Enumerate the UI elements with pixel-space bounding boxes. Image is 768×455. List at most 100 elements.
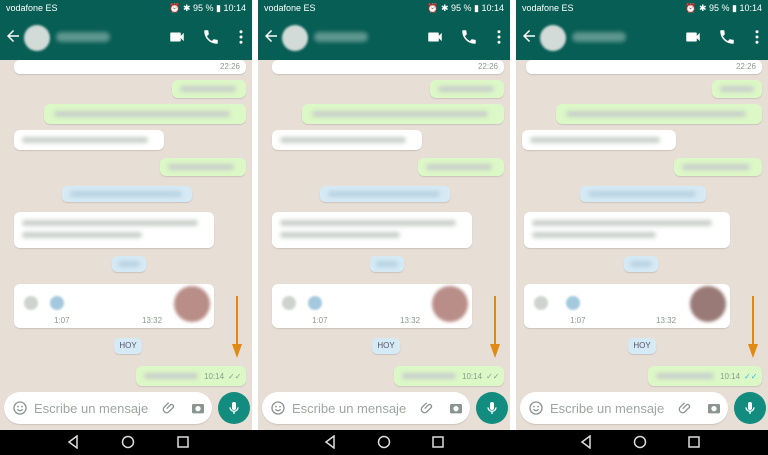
media-time: 13:32	[656, 316, 677, 325]
incoming-message[interactable]	[272, 130, 422, 150]
incoming-message[interactable]: 22:26	[272, 60, 504, 74]
camera-icon[interactable]	[448, 400, 464, 416]
recents-square-icon[interactable]	[176, 435, 190, 449]
message-composer[interactable]: Escribe un mensaje	[4, 392, 212, 424]
back-triangle-icon[interactable]	[66, 435, 80, 449]
home-circle-icon[interactable]	[121, 435, 135, 449]
outgoing-message[interactable]	[302, 104, 504, 124]
mic-button[interactable]	[476, 392, 508, 424]
phone-call-icon[interactable]	[718, 28, 736, 46]
video-call-icon[interactable]	[168, 28, 186, 46]
video-call-icon[interactable]	[684, 28, 702, 46]
message-composer[interactable]: Escribe un mensaje	[262, 392, 470, 424]
read-receipt-ticks-blue: ✓✓	[744, 372, 758, 381]
attach-icon[interactable]	[678, 400, 694, 416]
mic-button[interactable]	[734, 392, 766, 424]
mic-button[interactable]	[218, 392, 250, 424]
emoji-icon[interactable]	[12, 400, 28, 416]
back-arrow-icon[interactable]	[4, 27, 22, 45]
incoming-message[interactable]	[14, 130, 164, 150]
back-triangle-icon[interactable]	[579, 435, 593, 449]
contact-name-blurred[interactable]	[56, 32, 110, 42]
message-list: 22:26 1:07 13:32 HOY 10:14 ✓✓	[258, 60, 510, 390]
date-chip: HOY	[114, 338, 142, 354]
media-message[interactable]: 1:07 13:32	[14, 284, 214, 328]
contact-name-blurred[interactable]	[572, 32, 626, 42]
clock-label: 10:14	[223, 3, 246, 13]
outgoing-message[interactable]	[44, 104, 246, 124]
media-thumbnail[interactable]	[432, 286, 468, 322]
clock-label: 10:14	[739, 3, 762, 13]
outgoing-message[interactable]	[556, 104, 762, 124]
more-options-icon[interactable]	[490, 28, 508, 46]
media-time: 13:32	[400, 316, 421, 325]
message-time: 10:14	[462, 372, 483, 381]
video-call-icon[interactable]	[426, 28, 444, 46]
attach-icon[interactable]	[162, 400, 178, 416]
outgoing-message[interactable]	[172, 80, 246, 98]
more-options-icon[interactable]	[748, 28, 766, 46]
outgoing-message[interactable]	[712, 80, 762, 98]
media-thumbnail[interactable]	[690, 286, 726, 322]
message-time: 22:26	[735, 62, 756, 71]
media-message[interactable]: 1:07 13:32	[524, 284, 730, 328]
incoming-message[interactable]	[272, 212, 472, 248]
play-icon[interactable]	[308, 296, 322, 310]
more-options-icon[interactable]	[232, 28, 250, 46]
message-time: 10:14	[204, 372, 225, 381]
read-receipt-ticks-grey: ✓✓	[228, 372, 242, 381]
play-icon[interactable]	[50, 296, 64, 310]
message-input[interactable]: Escribe un mensaje	[550, 401, 664, 416]
status-bar: vodafone ES ⏰ ✱ 95 % ▮ 10:14	[258, 0, 510, 16]
message-list: 22:26 1:07 13:32 HOY 10:14 ✓✓	[0, 60, 252, 390]
status-right: ⏰ ✱ 95 % ▮ 10:14	[169, 3, 246, 13]
message-input[interactable]: Escribe un mensaje	[292, 401, 406, 416]
message-composer[interactable]: Escribe un mensaje	[520, 392, 728, 424]
play-icon[interactable]	[566, 296, 580, 310]
back-triangle-icon[interactable]	[323, 435, 337, 449]
outgoing-message[interactable]: 10:14 ✓✓	[648, 366, 762, 386]
status-bar: vodafone ES ⏰ ✱ 95 % ▮ 10:14	[516, 0, 768, 16]
android-nav-bar	[0, 430, 768, 455]
outgoing-message[interactable]	[674, 158, 762, 176]
recents-square-icon[interactable]	[687, 435, 701, 449]
chat-panel-1: vodafone ES ⏰ ✱ 95 % ▮ 10:14 22:26 1:07 …	[0, 0, 252, 430]
emoji-icon[interactable]	[270, 400, 286, 416]
chat-panel-2: vodafone ES ⏰ ✱ 95 % ▮ 10:14 22:26 1:07 …	[258, 0, 510, 430]
incoming-message[interactable]	[524, 212, 730, 248]
camera-icon[interactable]	[706, 400, 722, 416]
phone-call-icon[interactable]	[202, 28, 220, 46]
outgoing-message[interactable]: 10:14 ✓✓	[136, 366, 246, 386]
incoming-message[interactable]: 22:26	[526, 60, 762, 74]
message-time: 22:26	[219, 62, 240, 71]
media-time: 13:32	[142, 316, 163, 325]
attach-icon[interactable]	[420, 400, 436, 416]
avatar[interactable]	[282, 25, 308, 51]
outgoing-message[interactable]	[160, 158, 246, 176]
incoming-message[interactable]	[522, 130, 676, 150]
carrier-label: vodafone ES	[6, 3, 58, 13]
back-arrow-icon[interactable]	[520, 27, 538, 45]
avatar[interactable]	[24, 25, 50, 51]
chat-header	[516, 16, 768, 60]
outgoing-message[interactable]	[418, 158, 504, 176]
message-time: 22:26	[477, 62, 498, 71]
down-arrow-annotation	[232, 296, 242, 358]
avatar[interactable]	[540, 25, 566, 51]
message-input[interactable]: Escribe un mensaje	[34, 401, 148, 416]
camera-icon[interactable]	[190, 400, 206, 416]
incoming-message[interactable]: 22:26	[14, 60, 246, 74]
incoming-message[interactable]	[14, 212, 214, 248]
recents-square-icon[interactable]	[431, 435, 445, 449]
home-circle-icon[interactable]	[633, 435, 647, 449]
media-message[interactable]: 1:07 13:32	[272, 284, 472, 328]
media-thumbnail[interactable]	[174, 286, 210, 322]
home-circle-icon[interactable]	[377, 435, 391, 449]
phone-call-icon[interactable]	[460, 28, 478, 46]
back-arrow-icon[interactable]	[262, 27, 280, 45]
outgoing-message[interactable]	[430, 80, 504, 98]
date-chip: HOY	[628, 338, 656, 354]
contact-name-blurred[interactable]	[314, 32, 368, 42]
outgoing-message[interactable]: 10:14 ✓✓	[394, 366, 504, 386]
emoji-icon[interactable]	[528, 400, 544, 416]
